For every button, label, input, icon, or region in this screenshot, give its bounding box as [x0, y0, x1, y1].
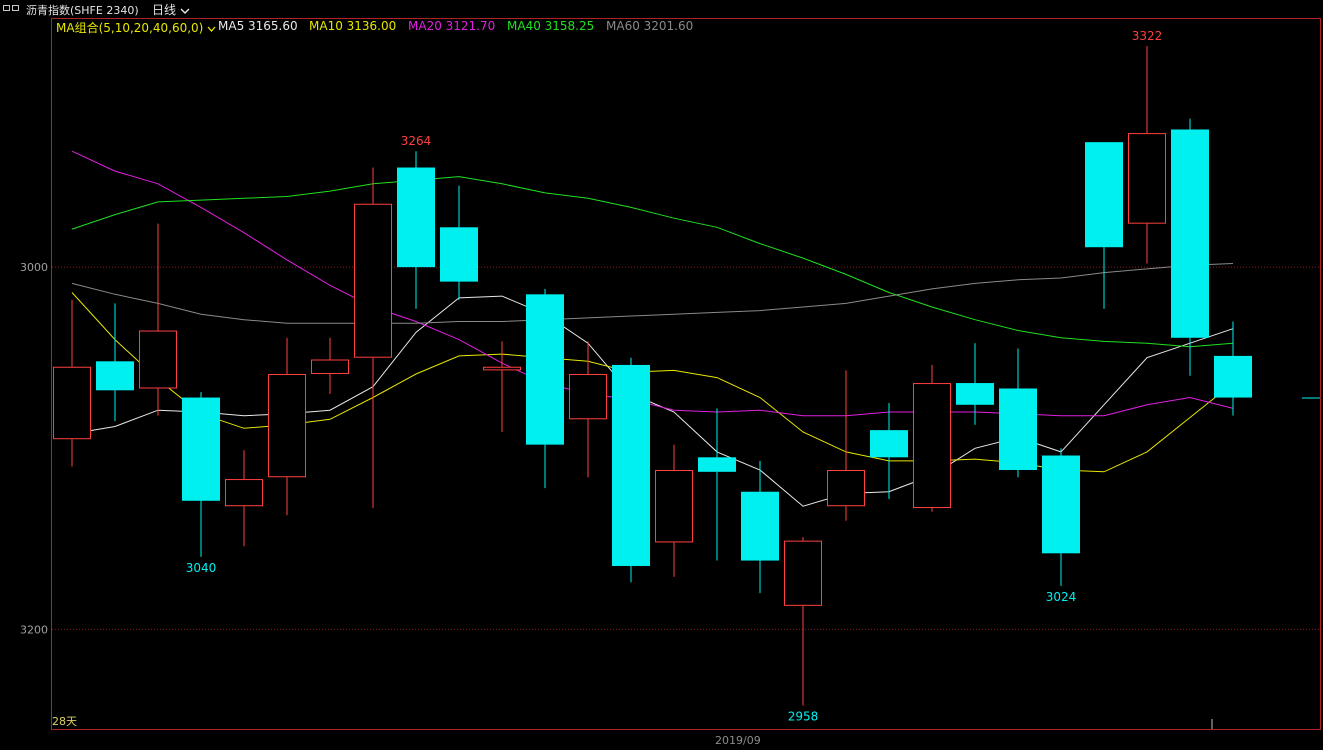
- candle-body: [870, 430, 908, 458]
- chevron-down-icon: [207, 26, 216, 32]
- candlestick-chart[interactable]: 3040 3264 2958 3024 3322 3200 3000: [0, 0, 1323, 750]
- candle-up: [913, 364, 951, 512]
- candle-up: [225, 450, 263, 547]
- candle-body: [1042, 455, 1080, 554]
- candle-up: [139, 223, 177, 416]
- chart-markers: [1211, 397, 1320, 729]
- candle-down: [1085, 142, 1123, 309]
- candle-body: [268, 374, 306, 478]
- candle-body: [999, 388, 1037, 470]
- candle-body: [182, 397, 220, 501]
- visible-days-label: 28天: [52, 715, 77, 728]
- ma60-legend: MA60 3201.60: [606, 19, 694, 33]
- y-tick-labels: 3200 3000: [20, 261, 48, 636]
- extreme-price-label: 2958: [788, 709, 819, 723]
- candle-body: [741, 491, 779, 561]
- candle-body: [827, 469, 865, 507]
- candle-body: [53, 366, 91, 440]
- ma-line-ma20: [71, 150, 1234, 417]
- candle-body: [397, 167, 435, 268]
- extreme-price-label: 3264: [401, 134, 432, 148]
- candle-down: [1042, 448, 1080, 586]
- ma10-legend: MA10 3136.00: [309, 19, 397, 33]
- candle-body: [354, 203, 392, 358]
- candle-up: [53, 299, 91, 467]
- candle-body: [1128, 133, 1166, 224]
- candle-down: [96, 303, 134, 422]
- ma-combo-selector[interactable]: MA组合(5,10,20,40,60,0): [56, 19, 216, 36]
- candle-down: [870, 402, 908, 499]
- ma5-legend: MA5 3165.60: [218, 19, 298, 33]
- candle-body: [225, 479, 263, 507]
- candle-body: [96, 361, 134, 391]
- candle-up: [784, 537, 822, 706]
- candle-body: [784, 540, 822, 606]
- time-axis: [0, 730, 1323, 750]
- candle-body: [526, 294, 564, 445]
- candle-down: [397, 151, 435, 309]
- ma-combo-label: MA组合(5,10,20,40,60,0): [56, 21, 204, 35]
- candle-up: [1128, 46, 1166, 264]
- ma20-legend: MA20 3121.70: [408, 19, 496, 33]
- candle-down: [526, 288, 564, 489]
- candle-body: [612, 364, 650, 566]
- candle-body: [440, 227, 478, 282]
- candle-body: [139, 330, 177, 389]
- extreme-price-label: 3322: [1132, 29, 1163, 43]
- candle-down: [440, 185, 478, 300]
- candle-down: [182, 392, 220, 557]
- candle-body: [913, 383, 951, 509]
- candle-body: [569, 374, 607, 420]
- candle-down: [1214, 321, 1252, 416]
- ma-line-ma40: [71, 176, 1234, 348]
- candle-body: [1214, 355, 1252, 398]
- candle-down: [698, 408, 736, 561]
- y-tick-label: 3000: [20, 261, 48, 274]
- candles: [53, 46, 1252, 706]
- candle-down: [1171, 118, 1209, 376]
- candle-down: [999, 348, 1037, 478]
- candle-up: [354, 167, 392, 509]
- date-tick-label: 2019/09: [715, 734, 761, 747]
- extreme-price-label: 3024: [1046, 590, 1077, 604]
- ma40-legend: MA40 3158.25: [507, 19, 595, 33]
- moving-average-lines: [71, 150, 1234, 507]
- candle-up: [311, 337, 349, 394]
- candle-up: [268, 337, 306, 516]
- price-annotations: 3040 3264 2958 3024 3322: [186, 29, 1163, 723]
- candle-body: [698, 457, 736, 472]
- candle-body: [1171, 129, 1209, 338]
- candle-body: [311, 359, 349, 374]
- candle-body: [1085, 142, 1123, 248]
- candle-up: [569, 341, 607, 478]
- ma-line-ma60: [71, 263, 1234, 324]
- candle-up: [655, 444, 693, 577]
- candle-body: [483, 366, 521, 371]
- candle-body: [956, 383, 994, 405]
- candle-down: [612, 357, 650, 583]
- candle-body: [655, 469, 693, 543]
- y-tick-label: 3200: [20, 623, 48, 636]
- extreme-price-label: 3040: [186, 561, 217, 575]
- grid-lines: [52, 266, 1320, 630]
